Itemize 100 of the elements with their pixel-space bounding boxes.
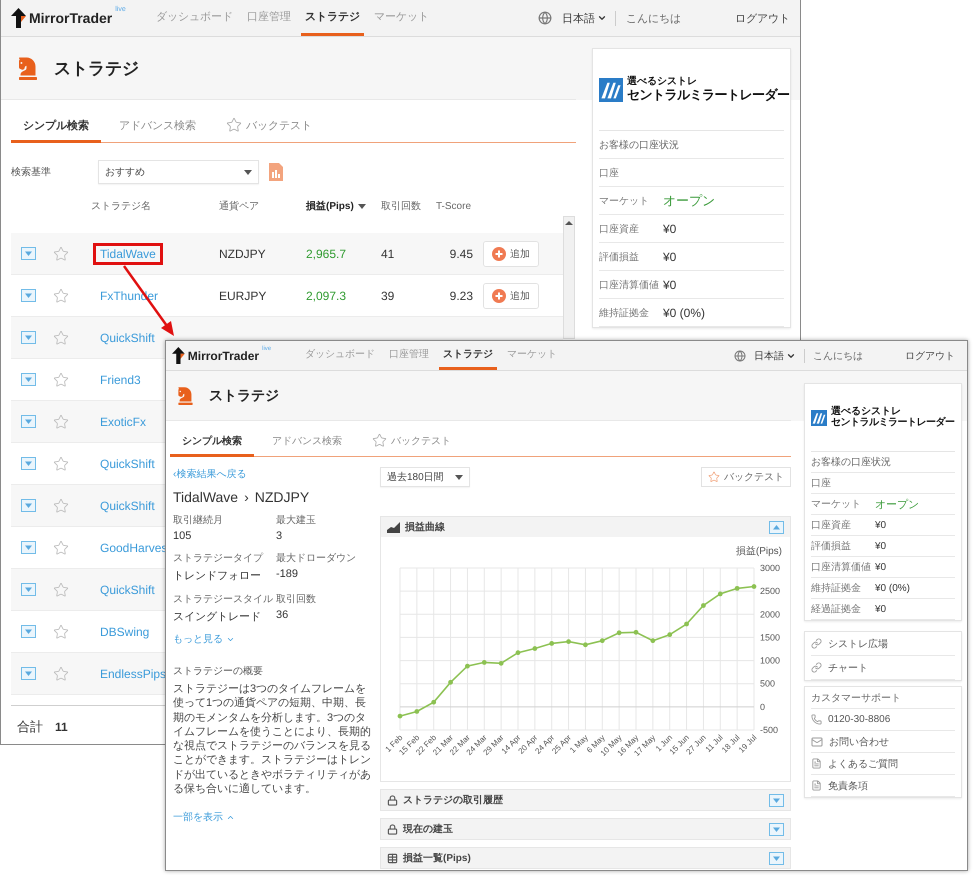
- collapsible-panel[interactable]: ストラテジの取引履歴: [380, 789, 791, 811]
- greeting-text: こんにちは: [813, 350, 863, 362]
- expand-icon[interactable]: [21, 373, 36, 386]
- expand-icon[interactable]: [21, 541, 36, 554]
- expand-icon[interactable]: [21, 457, 36, 470]
- strategy-link[interactable]: Friend3: [93, 372, 141, 388]
- strategy-link[interactable]: QuickShift: [93, 330, 155, 346]
- star-icon[interactable]: [53, 330, 69, 346]
- show-less-link[interactable]: 一部を表示: [173, 810, 373, 824]
- strategy-link[interactable]: EndlessPips: [93, 666, 166, 682]
- language-selector[interactable]: 日本語: [562, 10, 616, 26]
- expand-icon[interactable]: [21, 331, 36, 344]
- logout-link[interactable]: ログアウト: [735, 10, 790, 26]
- strategy-link[interactable]: QuickShift: [93, 498, 155, 514]
- star-icon[interactable]: [53, 498, 69, 514]
- scrollbar[interactable]: [563, 216, 575, 339]
- y-tick-label: 1500: [760, 632, 780, 642]
- support-link[interactable]: 0120-30-8806: [811, 709, 955, 731]
- collapsible-panel[interactable]: 損益一覧(Pips): [380, 847, 791, 869]
- tscore-cell-text: 9.45: [448, 246, 473, 260]
- star-icon[interactable]: [53, 582, 69, 598]
- panel-title: ストラテジの取引履歴: [403, 794, 503, 807]
- column-header[interactable]: 通貨ペア: [219, 199, 306, 213]
- expand-icon[interactable]: [769, 794, 784, 806]
- support-link[interactable]: 免責条項: [811, 775, 955, 797]
- column-header[interactable]: 取引回数: [381, 199, 436, 213]
- expand-icon[interactable]: [21, 415, 36, 428]
- data-point: [516, 650, 520, 656]
- star-icon[interactable]: [53, 456, 69, 472]
- knight-icon: [176, 386, 195, 405]
- period-dropdown[interactable]: 過去180日間: [380, 467, 470, 487]
- strategy-title: TidalWave: [173, 489, 238, 505]
- backtest-button[interactable]: バックテスト: [701, 467, 791, 487]
- sidebar-link[interactable]: シストレ広場: [811, 632, 955, 656]
- collapse-icon[interactable]: [769, 520, 784, 534]
- y-tick-label: 1000: [760, 656, 780, 666]
- globe-icon[interactable]: [734, 350, 746, 362]
- account-value: ¥0: [663, 278, 676, 292]
- logo-arrow-icon: [172, 347, 185, 364]
- trades-cell-text: 39: [381, 288, 396, 302]
- strategy-link[interactable]: GoodHarves: [93, 540, 168, 556]
- stat-value: -189: [276, 568, 300, 580]
- y-tick-label: 500: [760, 678, 776, 689]
- account-value: ¥0: [875, 604, 886, 614]
- star-icon[interactable]: [53, 288, 69, 304]
- strategy-link[interactable]: TidalWave: [93, 242, 163, 264]
- add-button[interactable]: 追加: [483, 282, 539, 308]
- sidebar-link[interactable]: チャート: [811, 656, 955, 680]
- globe-icon[interactable]: [538, 11, 552, 25]
- strategy-link[interactable]: ExoticFx: [93, 414, 146, 430]
- show-more-link[interactable]: もっと見る: [173, 632, 373, 646]
- page-title: ストラテジ: [209, 386, 279, 404]
- series-label: 損益(Pips): [736, 546, 782, 557]
- expand-icon[interactable]: [21, 625, 36, 638]
- expand-icon[interactable]: [21, 499, 36, 512]
- account-label: 口座資産: [811, 518, 852, 532]
- star-icon[interactable]: [53, 414, 69, 430]
- add-button[interactable]: 追加: [483, 240, 539, 266]
- table-icon: [387, 852, 398, 864]
- strategy-link[interactable]: QuickShift: [93, 582, 155, 598]
- column-header[interactable]: 損益(Pips): [306, 199, 381, 213]
- pair-cell-text: NZDJPY: [219, 246, 267, 260]
- back-to-results-link[interactable]: ‹検索結果へ戻る: [173, 467, 373, 481]
- tab[interactable]: シンプル検索: [170, 427, 254, 457]
- expand-icon[interactable]: [769, 852, 784, 864]
- y-tick-label: 3000: [760, 563, 780, 573]
- expand-icon[interactable]: [21, 667, 36, 680]
- support-link[interactable]: お問い合わせ: [811, 731, 955, 753]
- expand-icon[interactable]: [769, 822, 784, 836]
- star-icon[interactable]: [53, 666, 69, 682]
- support-link[interactable]: よくあるご質問: [811, 753, 955, 775]
- expand-icon[interactable]: [21, 583, 36, 596]
- logout-link[interactable]: ログアウト: [905, 348, 955, 362]
- star-icon[interactable]: [53, 246, 69, 262]
- expand-icon[interactable]: [21, 289, 36, 302]
- tab[interactable]: シンプル検索: [11, 110, 101, 143]
- pips-cell-text: 2,965.7: [306, 246, 348, 260]
- star-icon[interactable]: [53, 540, 69, 556]
- data-point: [398, 714, 402, 719]
- star-icon[interactable]: [53, 624, 69, 640]
- tab[interactable]: アドバンス検索: [260, 427, 354, 457]
- document-icon[interactable]: [269, 163, 283, 181]
- tab[interactable]: バックテスト: [214, 110, 324, 143]
- column-header[interactable]: T-Score: [436, 200, 473, 212]
- language-selector[interactable]: 日本語: [754, 348, 805, 362]
- strategy-link[interactable]: QuickShift: [93, 456, 155, 472]
- tab[interactable]: バックテスト: [360, 427, 463, 457]
- account-value: ¥0: [875, 520, 886, 530]
- expand-icon[interactable]: [21, 247, 36, 260]
- tab[interactable]: アドバンス検索: [107, 110, 208, 143]
- stat-label: 最大建玉: [276, 514, 317, 527]
- strategy-link[interactable]: DBSwing: [93, 624, 150, 640]
- total-value: 11: [55, 720, 68, 734]
- star-icon[interactable]: [53, 372, 69, 388]
- collapsible-panel[interactable]: 現在の建玉: [380, 818, 791, 840]
- criteria-dropdown[interactable]: おすすめ: [98, 160, 259, 184]
- area-chart-icon: [387, 522, 400, 532]
- column-header[interactable]: ストラテジ名: [91, 199, 219, 213]
- account-value: ¥0: [875, 540, 886, 552]
- add-icon: [492, 246, 506, 260]
